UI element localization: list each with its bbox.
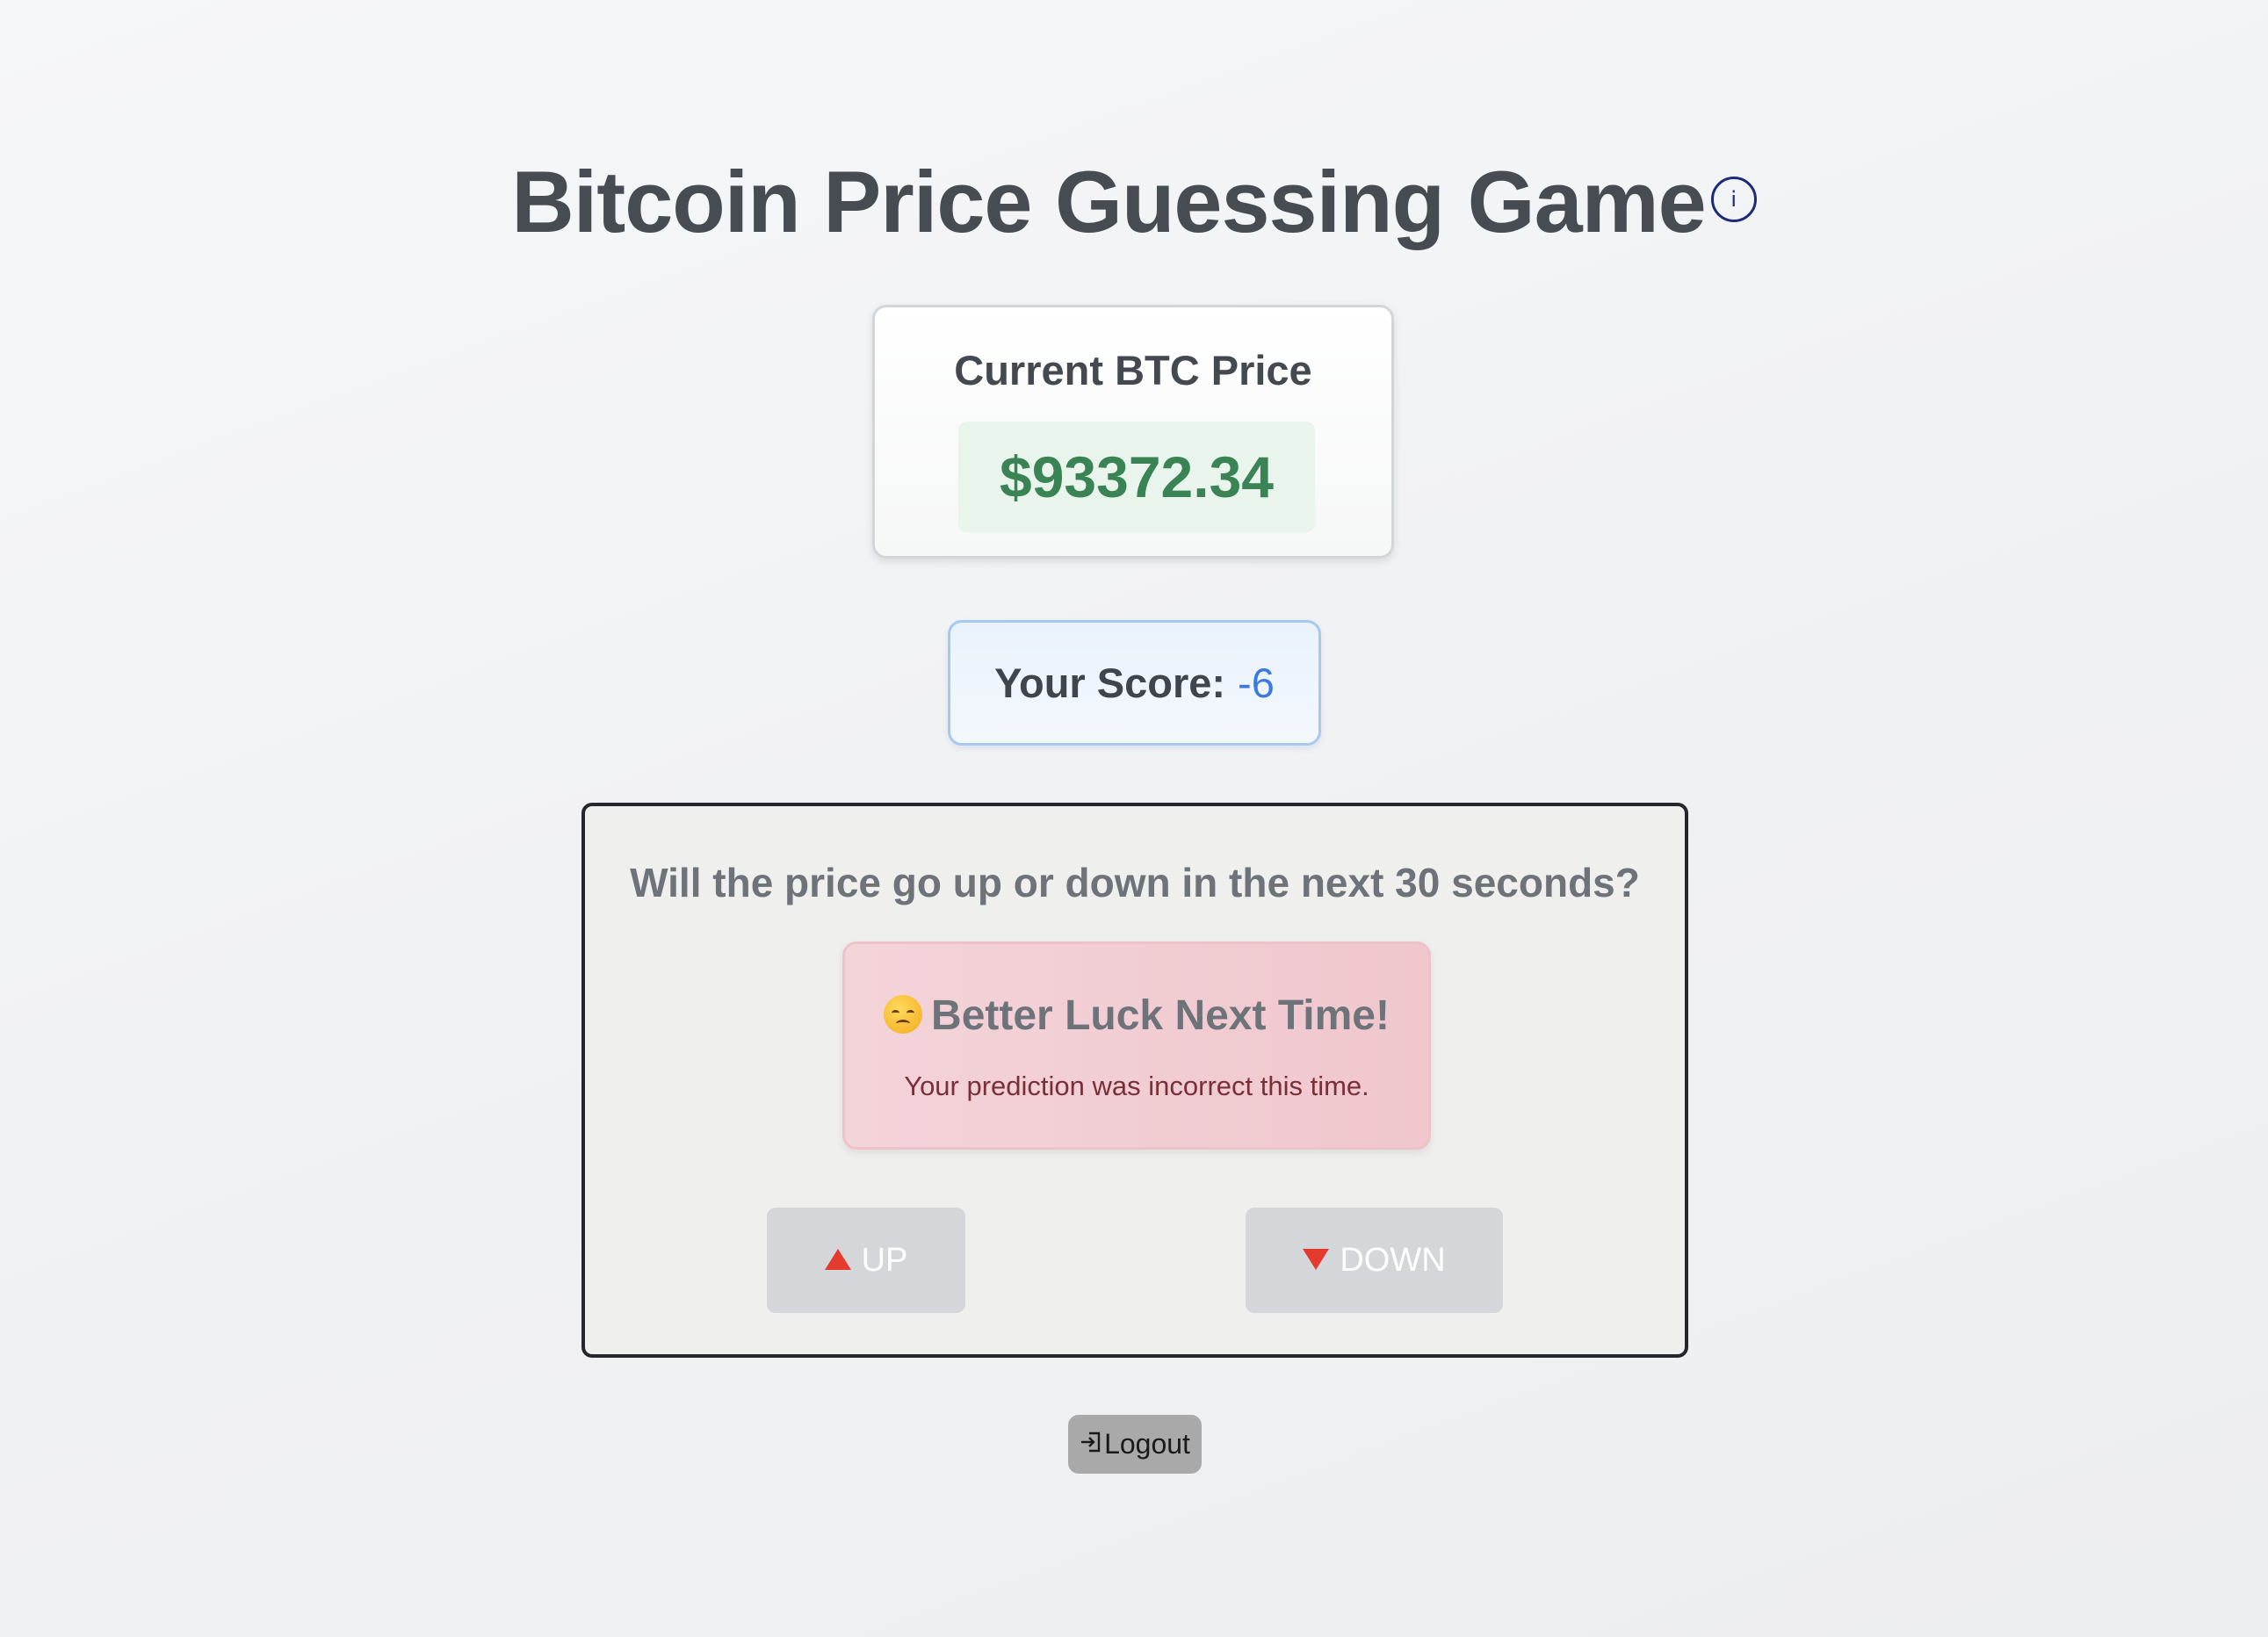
score-card: Your Score: -6 [948, 620, 1321, 746]
logout-icon [1080, 1415, 1102, 1474]
price-value: $93372.34 [958, 422, 1315, 532]
result-title: Better Luck Next Time! [931, 992, 1390, 1039]
page-title: Bitcoin Price Guessing Game [511, 153, 1706, 250]
price-label: Current BTC Price [954, 347, 1312, 393]
prediction-question: Will the price go up or down in the next… [630, 860, 1640, 905]
down-button-label: DOWN [1340, 1242, 1446, 1279]
down-button[interactable]: DOWN [1246, 1208, 1503, 1313]
red-triangle-down-icon [1303, 1248, 1330, 1270]
red-triangle-up-icon [824, 1248, 851, 1270]
disappointed-face-icon [884, 995, 923, 1035]
result-message: Your prediction was incorrect this time. [904, 1071, 1369, 1101]
score-label: Your Score: [994, 660, 1226, 706]
price-card: Current BTC Price $93372.34 [872, 305, 1394, 559]
game-panel: Will the price go up or down in the next… [581, 803, 1688, 1358]
header: Bitcoin Price Guessing Game i [0, 141, 2268, 263]
logout-label: Logout [1104, 1428, 1190, 1460]
result-card: Better Luck Next Time! Your prediction w… [842, 941, 1431, 1150]
up-button-label: UP [861, 1242, 908, 1279]
info-icon[interactable]: i [1710, 177, 1757, 222]
logout-button[interactable]: Logout [1068, 1415, 1202, 1474]
up-button[interactable]: UP [767, 1208, 965, 1313]
score-value: -6 [1238, 660, 1275, 706]
result-title-row: Better Luck Next Time! [845, 992, 1428, 1040]
